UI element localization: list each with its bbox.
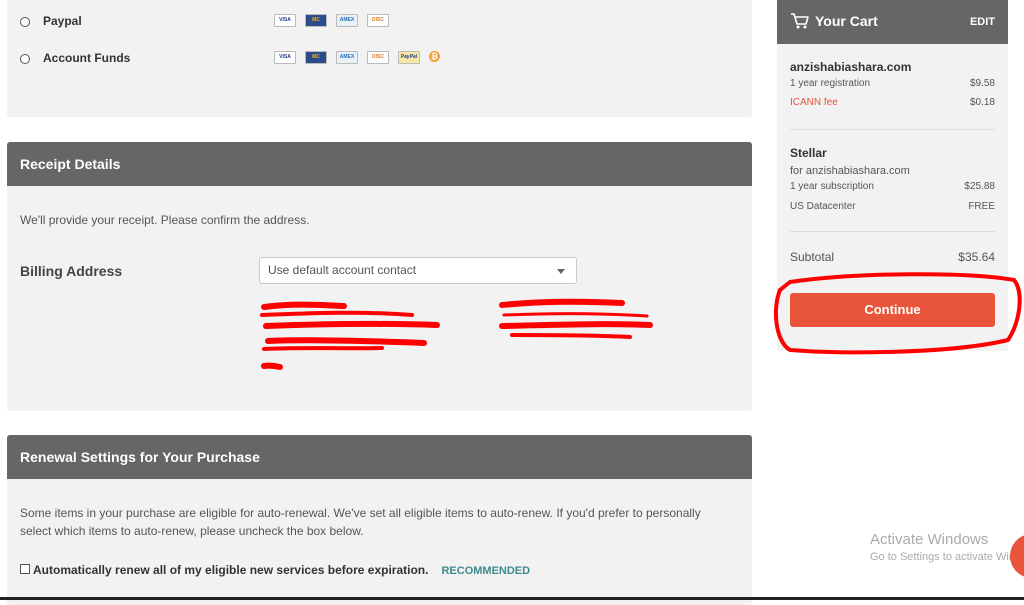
registration-price: $9.58 [969, 78, 995, 89]
cart-title: Your Cart [815, 13, 878, 29]
renewal-settings-panel: Renewal Settings for Your Purchase Some … [7, 435, 752, 605]
auto-renew-checkbox[interactable] [20, 563, 30, 574]
cart-icon [791, 13, 809, 29]
radio-button[interactable] [20, 16, 30, 27]
auto-renew-label: Automatically renew all of my eligible n… [33, 563, 429, 577]
billing-address-label: Billing Address [20, 263, 123, 279]
visa-icon: VISA [274, 14, 296, 27]
subtotal-label: Subtotal [790, 250, 835, 264]
mastercard-icon: MC [305, 14, 327, 27]
registration-label: 1 year registration [790, 78, 871, 89]
subtotal-price: $35.64 [958, 250, 995, 264]
auto-renew-option[interactable]: Automatically renew all of my eligible n… [20, 563, 530, 577]
cart-domain-name: anzishabiashara.com [790, 60, 912, 74]
subscription-price: $25.88 [964, 181, 995, 192]
amex-icon: AMEX [336, 14, 358, 27]
paypal-icon: PayPal [398, 51, 420, 64]
cart-subtotal: Subtotal $35.64 [790, 250, 995, 264]
bitcoin-icon: ₿ [429, 51, 440, 62]
payment-option-paypal[interactable]: Paypal [20, 14, 82, 28]
card-icons: VISA MC AMEX DISC [274, 14, 389, 27]
card-icons: VISA MC AMEX DISC PayPal ₿ [274, 51, 440, 64]
cart-divider [790, 129, 995, 130]
payment-option-account-funds[interactable]: Account Funds [20, 51, 130, 65]
subscription-label: 1 year subscription [790, 181, 874, 192]
cart-header: Your Cart EDIT [777, 0, 1008, 44]
cart-line-icann: ICANN fee $0.18 [790, 97, 995, 108]
receipt-details-header: Receipt Details [7, 142, 752, 186]
activate-windows-subtitle: Go to Settings to activate Windows. [870, 551, 1024, 563]
billing-address-select-value: Use default account contact [268, 263, 417, 277]
cart-edit-link[interactable]: EDIT [970, 16, 995, 28]
cart-line-registration: 1 year registration $9.58 [790, 78, 995, 89]
cart-line-datacenter: US Datacenter FREE [790, 201, 995, 212]
recommended-badge: RECOMMENDED [441, 565, 531, 577]
visa-icon: VISA [274, 51, 296, 64]
datacenter-price: FREE [968, 201, 995, 212]
cart-product-name: Stellar [790, 146, 827, 160]
mastercard-icon: MC [305, 51, 327, 64]
payment-option-label: Paypal [43, 14, 82, 28]
chat-bubble-icon[interactable] [1010, 534, 1024, 578]
cart-product-for: for anzishabiashara.com [790, 165, 910, 177]
redacted-address-scribble [260, 298, 653, 370]
renewal-settings-header: Renewal Settings for Your Purchase [7, 435, 752, 479]
discover-icon: DISC [367, 51, 389, 64]
cart-divider [790, 231, 995, 232]
annotation-circle [773, 272, 1022, 355]
amex-icon: AMEX [336, 51, 358, 64]
activate-windows-title: Activate Windows [870, 531, 989, 548]
icann-price: $0.18 [969, 97, 995, 108]
payment-methods-panel: Paypal VISA MC AMEX DISC Account Funds V… [7, 0, 752, 117]
discover-icon: DISC [367, 14, 389, 27]
radio-button[interactable] [20, 53, 30, 64]
payment-option-label: Account Funds [43, 51, 131, 65]
cart-line-subscription: 1 year subscription $25.88 [790, 181, 995, 192]
receipt-details-panel: Receipt Details We'll provide your recei… [7, 142, 752, 411]
renewal-description: Some items in your purchase are eligible… [20, 506, 701, 538]
chevron-down-icon [557, 269, 565, 274]
receipt-intro-text: We'll provide your receipt. Please confi… [20, 213, 310, 227]
icann-label: ICANN fee [790, 97, 838, 108]
datacenter-label: US Datacenter [790, 201, 856, 212]
billing-address-select[interactable]: Use default account contact [259, 257, 577, 284]
